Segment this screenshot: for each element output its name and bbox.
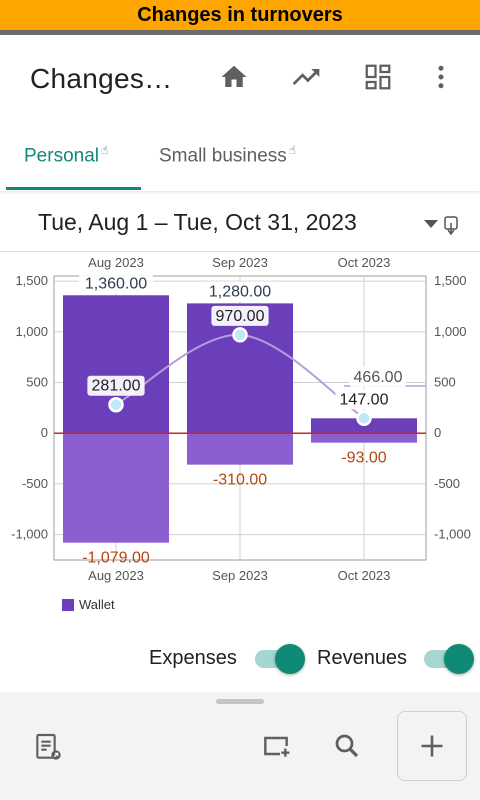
x-tick-label-top: Sep 2023 <box>212 255 268 270</box>
banner-title: Changes in turnovers <box>137 3 343 26</box>
x-tick-label-top: Aug 2023 <box>88 255 144 270</box>
y-tick-label-left: -500 <box>22 476 48 491</box>
add-icon <box>421 735 443 757</box>
x-tick-label-bottom: Sep 2023 <box>212 568 268 583</box>
app-bar: Changes… <box>0 35 480 123</box>
touch-icon: ☝ <box>101 143 109 157</box>
x-tick-label-bottom: Oct 2023 <box>338 568 391 583</box>
revenue-data-label: 1,280.00 <box>209 283 271 300</box>
add-button[interactable] <box>397 711 467 781</box>
y-tick-label-right: -1,000 <box>434 527 471 542</box>
balance-point <box>232 327 248 343</box>
dashboard-grid-icon[interactable] <box>362 61 394 93</box>
balance-data-label: 147.00 <box>340 391 389 408</box>
y-tick-label-left: 0 <box>41 425 48 440</box>
switch-thumb <box>275 644 305 674</box>
chart-legend: Wallet <box>62 597 115 612</box>
balance-data-label: 970.00 <box>216 308 265 325</box>
date-range-selector[interactable]: Tue, Aug 1 – Tue, Oct 31, 2023 <box>0 192 480 252</box>
add-window-icon[interactable] <box>260 730 292 762</box>
touch-icon: ☝ <box>288 143 297 157</box>
tab-personal[interactable]: Personal ☝ <box>24 143 108 167</box>
tab-small-business[interactable]: Small business ☝ <box>159 143 296 167</box>
expenses-toggle-label: Expenses <box>149 647 237 669</box>
bottom-toolbar <box>0 692 480 800</box>
balance-point <box>108 396 124 413</box>
legend-swatch <box>62 598 74 611</box>
y-tick-label-right: 0 <box>434 425 441 440</box>
y-tick-label-right: 1,500 <box>434 273 467 288</box>
date-range-label: Tue, Aug 1 – Tue, Oct 31, 2023 <box>38 209 357 235</box>
x-tick-label-top: Oct 2023 <box>338 255 391 270</box>
expenses-switch[interactable] <box>255 642 307 674</box>
expense-bar <box>311 433 417 443</box>
reference-data-label: 466.00 <box>354 369 403 386</box>
y-tick-label-right: 1,000 <box>434 324 467 339</box>
y-tick-label-right: 500 <box>434 375 456 390</box>
switch-thumb <box>444 644 474 674</box>
expense-data-label: -310.00 <box>213 472 267 489</box>
revenues-toggle-label: Revenues <box>317 647 408 669</box>
drag-handle[interactable] <box>216 699 264 704</box>
y-tick-label-left: 500 <box>26 375 48 390</box>
expense-bar <box>63 433 169 543</box>
turnover-chart: 1,500 1,500 1,000 1,000 500 500 0 0 -500 -500 -1,0… <box>11 255 471 583</box>
trending-up-icon[interactable] <box>290 61 322 93</box>
x-tick-label-bottom: Aug 2023 <box>88 568 144 583</box>
y-tick-label-left: 1,000 <box>15 324 48 339</box>
tab-bar: Personal ☝ Small business ☝ <box>0 123 480 191</box>
revenue-data-label: 1,360.00 <box>85 275 147 292</box>
toggle-row: Expenses Revenues <box>0 638 480 678</box>
home-icon[interactable] <box>218 61 250 93</box>
revenues-switch[interactable] <box>424 642 476 674</box>
expense-data-label: -93.00 <box>341 450 386 467</box>
expense-bar <box>187 433 293 465</box>
revenue-bar <box>63 295 169 434</box>
expense-data-label: -1,079.00 <box>82 550 150 567</box>
dropdown-arrow-icon[interactable] <box>424 216 460 243</box>
y-tick-label-left: 1,500 <box>15 273 48 288</box>
report-icon[interactable] <box>32 731 64 763</box>
legend-label: Wallet <box>79 597 115 612</box>
y-tick-label-left: -1,000 <box>11 527 48 542</box>
y-tick-label-right: -500 <box>434 476 460 491</box>
tab-small-business-label: Small business <box>159 145 287 167</box>
balance-point <box>356 410 372 427</box>
title-banner: Changes in turnovers <box>0 0 480 30</box>
more-vert-icon[interactable] <box>425 61 457 93</box>
screen-title: Changes… <box>30 63 173 94</box>
tab-personal-label: Personal <box>24 145 99 167</box>
tab-selected-indicator <box>6 187 141 190</box>
search-icon[interactable] <box>331 730 363 762</box>
balance-data-label: 281.00 <box>92 378 141 395</box>
